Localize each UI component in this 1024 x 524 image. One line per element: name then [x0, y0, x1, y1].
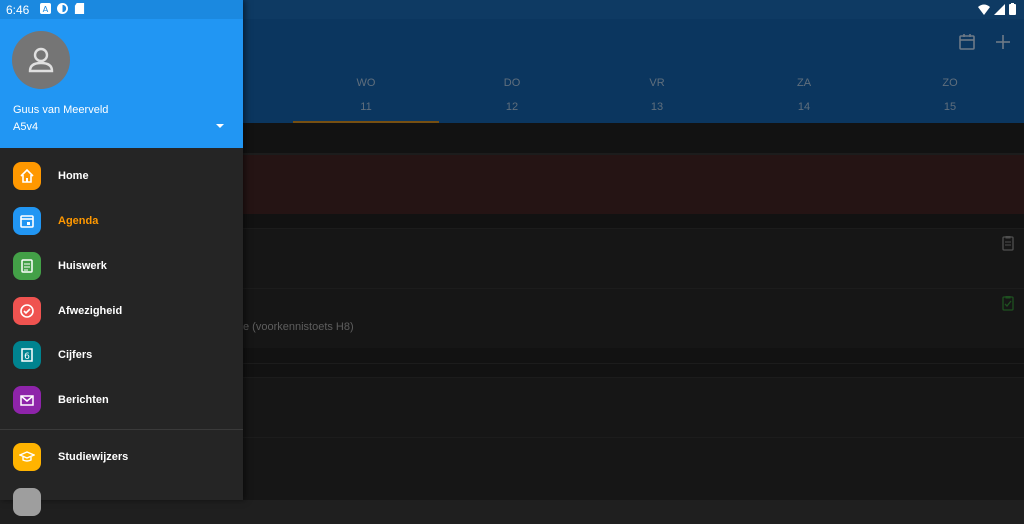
- chevron-down-icon[interactable]: [214, 122, 226, 130]
- drawer-item-agenda[interactable]: Agenda: [0, 199, 243, 243]
- drawer-item-cijfers[interactable]: 6 Cijfers: [0, 333, 243, 377]
- drawer-item-label: Afwezigheid: [58, 305, 123, 317]
- drawer-item-partial[interactable]: [0, 480, 243, 524]
- wifi-icon: [978, 4, 990, 15]
- drawer-item-label: Huiswerk: [58, 260, 107, 272]
- svg-text:6: 6: [24, 352, 30, 362]
- battery-icon: [1009, 3, 1016, 15]
- signal-icon: [994, 3, 1005, 15]
- user-name: Guus van Meerveld: [13, 104, 109, 116]
- calendar-icon: [13, 207, 41, 235]
- drawer-item-label: Studiewijzers: [58, 451, 129, 463]
- mail-icon: [13, 386, 41, 414]
- drawer-item-home[interactable]: Home: [0, 154, 243, 198]
- drawer-item-studiewijzers[interactable]: Studiewijzers: [0, 435, 243, 479]
- status-time: 6:46: [6, 3, 30, 17]
- drawer-item-huiswerk[interactable]: Huiswerk: [0, 244, 243, 288]
- notification-a-icon: A: [40, 3, 51, 14]
- avatar[interactable]: [12, 31, 70, 89]
- drawer-scrim[interactable]: [243, 19, 1024, 500]
- drawer-item-afwezigheid[interactable]: Afwezigheid: [0, 289, 243, 333]
- drawer-item-label: Agenda: [58, 215, 99, 227]
- briefcase-icon: [13, 488, 41, 516]
- drawer-item-label: Cijfers: [58, 349, 93, 361]
- drawer-header: 6:46 A Guus van Meerveld A5v4: [0, 0, 243, 148]
- drawer-item-label: Home: [58, 170, 89, 182]
- sd-card-icon: [74, 3, 85, 14]
- navigation-drawer: 6:46 A Guus van Meerveld A5v4 Home Agend…: [0, 0, 243, 516]
- svg-text:A: A: [43, 4, 49, 14]
- grade-icon: 6: [13, 341, 41, 369]
- drawer-divider: [0, 429, 243, 430]
- drawer-item-label: Berichten: [58, 394, 109, 406]
- person-icon: [28, 47, 54, 73]
- home-icon: [13, 162, 41, 190]
- drawer-status-bar: 6:46 A: [0, 0, 243, 19]
- graduation-cap-icon: [13, 443, 41, 471]
- user-class: A5v4: [13, 121, 39, 133]
- check-circle-icon: [13, 297, 41, 325]
- drawer-item-berichten[interactable]: Berichten: [0, 378, 243, 422]
- notification-app-icon: [57, 3, 68, 14]
- clipboard-icon: [13, 252, 41, 280]
